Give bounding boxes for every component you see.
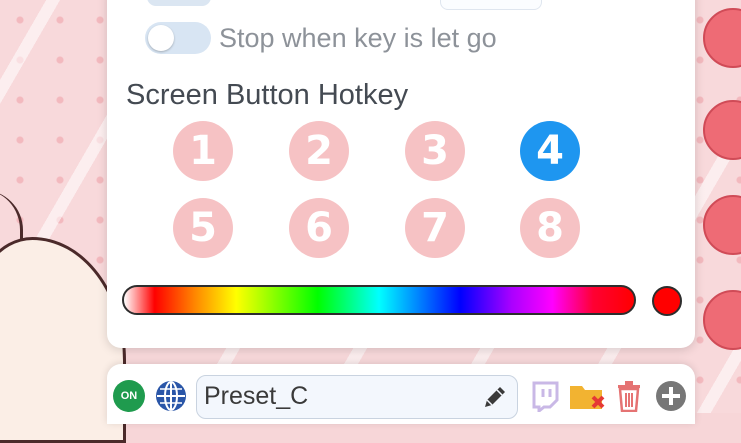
globe-icon[interactable] bbox=[155, 380, 187, 412]
partial-toggle[interactable] bbox=[147, 0, 211, 6]
pencil-icon[interactable] bbox=[480, 382, 510, 412]
folder-remove-icon[interactable] bbox=[568, 381, 608, 411]
trash-icon[interactable] bbox=[616, 380, 642, 412]
partial-input-field[interactable] bbox=[440, 0, 542, 10]
hotkey-button-1[interactable]: 1 bbox=[173, 121, 233, 181]
color-slider[interactable] bbox=[122, 285, 636, 315]
hotkey-button-6[interactable]: 6 bbox=[289, 198, 349, 258]
hotkey-button-8[interactable]: 8 bbox=[520, 198, 580, 258]
hotkey-button-2[interactable]: 2 bbox=[289, 121, 349, 181]
stop-when-key-let-go-toggle[interactable] bbox=[145, 22, 211, 54]
selected-color-swatch[interactable] bbox=[652, 286, 682, 316]
hotkey-button-4[interactable]: 4 bbox=[520, 121, 580, 181]
hotkey-button-5[interactable]: 5 bbox=[173, 198, 233, 258]
stop-when-key-let-go-label: Stop when key is let go bbox=[219, 23, 497, 53]
twitch-icon[interactable] bbox=[530, 380, 560, 412]
toggle-knob bbox=[148, 25, 174, 51]
section-title: Screen Button Hotkey bbox=[126, 79, 409, 111]
on-badge[interactable]: ON bbox=[113, 380, 145, 412]
hotkey-button-7[interactable]: 7 bbox=[405, 198, 465, 258]
preset-name-value: Preset_C bbox=[204, 382, 309, 410]
add-circle-icon[interactable] bbox=[655, 380, 687, 412]
hotkey-button-3[interactable]: 3 bbox=[405, 121, 465, 181]
